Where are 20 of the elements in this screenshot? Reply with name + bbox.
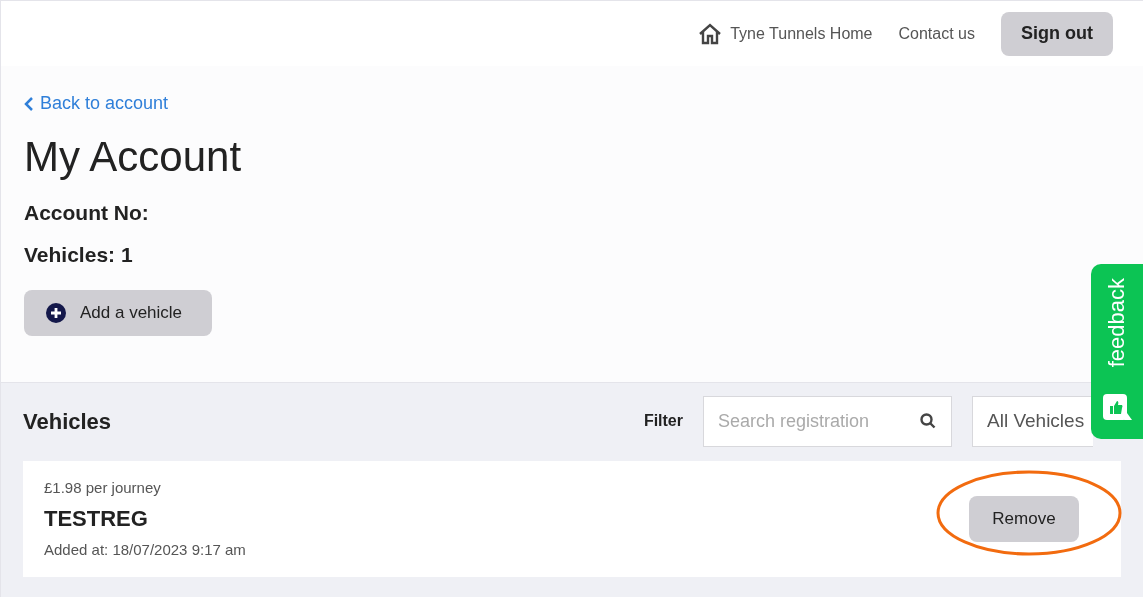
add-vehicle-button[interactable]: Add a vehicle	[24, 290, 212, 336]
sign-out-button[interactable]: Sign out	[1001, 11, 1113, 56]
contact-link[interactable]: Contact us	[898, 21, 975, 46]
price-text: £1.98 per journey	[44, 478, 162, 498]
back-link[interactable]: Back to account	[24, 90, 169, 117]
remove-button[interactable]: Remove	[969, 496, 1079, 542]
vehicles-heading: Vehicles	[23, 407, 112, 436]
vehicle-type-dropdown[interactable]: All Vehicles	[972, 395, 1093, 447]
vehicle-count: Vehicles: 1	[24, 241, 133, 268]
search-field[interactable]: Search registration	[703, 395, 952, 447]
added-date-text: Added at: 18/07/2023 9:17 am	[44, 539, 246, 560]
plus-circle-icon	[46, 303, 66, 323]
registration-text: TESTREG	[44, 504, 149, 533]
home-icon	[698, 22, 723, 45]
chevron-left-icon	[24, 95, 34, 112]
account-number-label: Account No:	[24, 200, 149, 226]
home-link[interactable]: Tyne Tunnels Home	[698, 21, 873, 46]
page-title: My Account	[24, 132, 242, 182]
filter-label: Filter	[643, 411, 683, 431]
search-icon	[920, 412, 936, 429]
